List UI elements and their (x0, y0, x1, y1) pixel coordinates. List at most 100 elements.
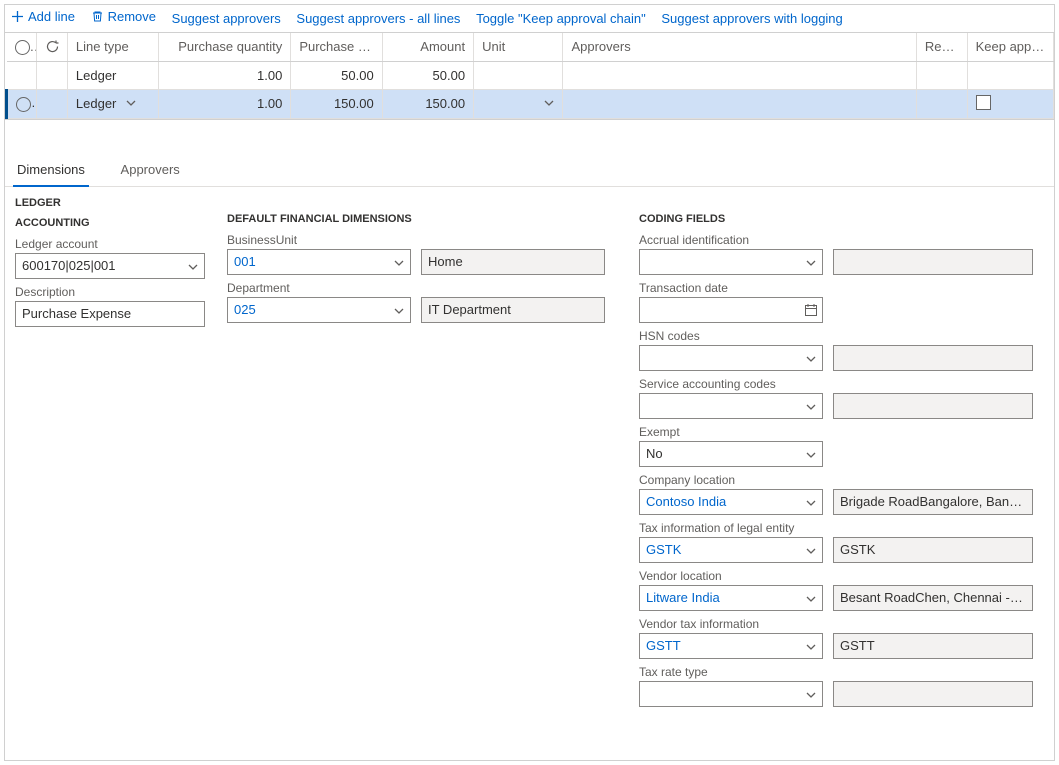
col-qty[interactable]: Purchase quantity (159, 33, 291, 61)
col-unit[interactable]: Unit (474, 33, 563, 61)
cell-keep[interactable] (967, 89, 1053, 118)
suggest-approvers-button[interactable]: Suggest approvers (172, 11, 281, 26)
business-unit-name: Home (421, 249, 605, 275)
refresh-icon (45, 40, 58, 54)
hsn-desc (833, 345, 1033, 371)
description-value: Purchase Expense (22, 306, 131, 321)
tax-rate-label: Tax rate type (639, 665, 1044, 679)
checkbox-icon (976, 95, 991, 110)
detail-tabs: Dimensions Approvers (5, 156, 1054, 187)
col-approvers[interactable]: Approvers (563, 33, 916, 61)
company-location-label: Company location (639, 473, 1044, 487)
department-code: 025 (234, 302, 256, 317)
col-replacer[interactable]: Replacer (916, 33, 967, 61)
tax-info-value: GSTK (646, 542, 681, 557)
hsn-select[interactable] (639, 345, 823, 371)
refresh-header[interactable] (37, 33, 67, 61)
cell-amount[interactable]: 150.00 (382, 89, 473, 118)
vendor-tax-value: GSTT (646, 638, 681, 653)
chevron-down-icon (806, 640, 816, 655)
company-location-select[interactable]: Contoso India (639, 489, 823, 515)
department-name: IT Department (421, 297, 605, 323)
chevron-down-icon (806, 448, 816, 463)
chevron-down-icon (806, 496, 816, 511)
row-selector[interactable] (7, 89, 37, 118)
tax-info-desc: GSTK (833, 537, 1033, 563)
remove-label: Remove (108, 9, 156, 24)
cell-line-type[interactable]: Ledger (67, 61, 158, 89)
dimensions-panel: LEDGER ACCOUNTING Ledger account 600170|… (5, 187, 1054, 723)
tax-info-select[interactable]: GSTK (639, 537, 823, 563)
lines-grid: Line type Purchase quantity Purchase pri… (5, 32, 1054, 120)
col-line-type[interactable]: Line type (67, 33, 158, 61)
suggest-approvers-all-button[interactable]: Suggest approvers - all lines (296, 11, 460, 26)
default-dims-heading: DEFAULT FINANCIAL DIMENSIONS (227, 213, 627, 225)
chevron-down-icon (806, 592, 816, 607)
vendor-location-desc: Besant RoadChen, Chennai - 60... (833, 585, 1033, 611)
coding-fields-heading: CODING FIELDS (639, 213, 1044, 225)
toolbar: Add line Remove Suggest approvers Sugges… (5, 5, 1054, 32)
ledger-account-input[interactable]: 600170|025|001 (15, 253, 205, 279)
accrual-select[interactable] (639, 249, 823, 275)
business-unit-code: 001 (234, 254, 256, 269)
ledger-section-title: LEDGER (15, 197, 215, 209)
cell-price[interactable]: 150.00 (291, 89, 382, 118)
chevron-down-icon (544, 98, 554, 108)
tax-rate-select[interactable] (639, 681, 823, 707)
exempt-select[interactable]: No (639, 441, 823, 467)
company-location-value: Contoso India (646, 494, 726, 509)
department-label: Department (227, 281, 627, 295)
suggest-with-logging-button[interactable]: Suggest approvers with logging (661, 11, 842, 26)
business-unit-label: BusinessUnit (227, 233, 627, 247)
vendor-location-value: Litware India (646, 590, 720, 605)
cell-line-type[interactable]: Ledger (67, 89, 158, 118)
chevron-down-icon[interactable] (126, 98, 136, 108)
cell-line-type-text: Ledger (76, 96, 116, 111)
cell-qty[interactable]: 1.00 (159, 89, 291, 118)
cell-qty[interactable]: 1.00 (159, 61, 291, 89)
col-price[interactable]: Purchase price (291, 33, 382, 61)
chevron-down-icon (806, 688, 816, 703)
sac-select[interactable] (639, 393, 823, 419)
vendor-tax-label: Vendor tax information (639, 617, 1044, 631)
cell-amount[interactable]: 50.00 (382, 61, 473, 89)
trash-icon (91, 10, 104, 23)
chevron-down-icon (806, 256, 816, 271)
radio-icon (16, 97, 31, 112)
toggle-keep-chain-button[interactable]: Toggle "Keep approval chain" (476, 11, 646, 26)
vendor-location-label: Vendor location (639, 569, 1044, 583)
table-row[interactable]: Ledger 1.00 150.00 150.00 (7, 89, 1054, 118)
description-label: Description (15, 285, 215, 299)
tab-dimensions[interactable]: Dimensions (13, 156, 89, 187)
exempt-label: Exempt (639, 425, 1044, 439)
chevron-down-icon (806, 400, 816, 415)
calendar-icon (804, 303, 818, 317)
ledger-account-value: 600170|025|001 (22, 258, 116, 273)
accrual-label: Accrual identification (639, 233, 1044, 247)
cell-unit[interactable] (474, 89, 563, 118)
chevron-down-icon (806, 352, 816, 367)
transaction-date-label: Transaction date (639, 281, 1044, 295)
vendor-tax-desc: GSTT (833, 633, 1033, 659)
exempt-value: No (646, 446, 663, 461)
select-all-header[interactable] (7, 33, 37, 61)
col-keep[interactable]: Keep approval ... (967, 33, 1053, 61)
add-line-button[interactable]: Add line (11, 9, 75, 24)
vendor-location-select[interactable]: Litware India (639, 585, 823, 611)
business-unit-select[interactable]: 001 (227, 249, 411, 275)
tab-approvers[interactable]: Approvers (117, 156, 184, 185)
vendor-tax-select[interactable]: GSTT (639, 633, 823, 659)
tax-rate-desc (833, 681, 1033, 707)
col-amount[interactable]: Amount (382, 33, 473, 61)
accrual-desc (833, 249, 1033, 275)
remove-button[interactable]: Remove (91, 9, 156, 24)
chevron-down-icon (394, 304, 404, 319)
description-input[interactable]: Purchase Expense (15, 301, 205, 327)
radio-icon (15, 40, 30, 55)
department-select[interactable]: 025 (227, 297, 411, 323)
table-row[interactable]: Ledger 1.00 50.00 50.00 (7, 61, 1054, 89)
cell-price[interactable]: 50.00 (291, 61, 382, 89)
transaction-date-input[interactable] (639, 297, 823, 323)
add-line-label: Add line (28, 9, 75, 24)
sac-desc (833, 393, 1033, 419)
